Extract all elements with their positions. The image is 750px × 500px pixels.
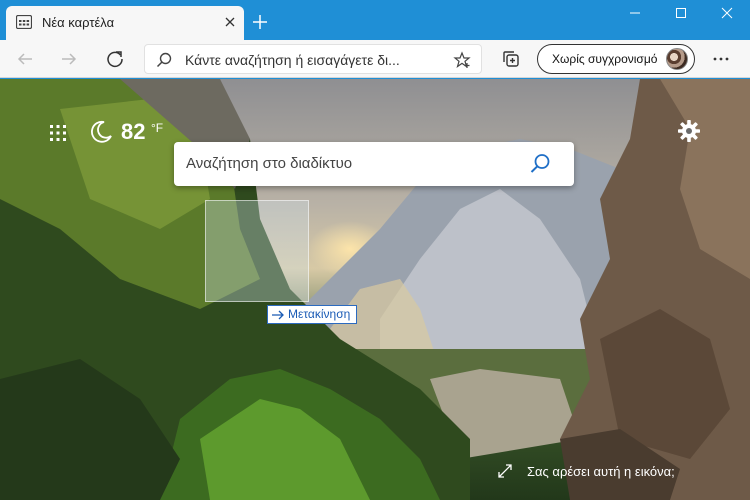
newtab-background: 82 °F Αναζήτηση στο διαδίκτυο Μετακίνηση (0, 79, 750, 500)
sync-label: Χωρίς συγχρονισμό (552, 52, 658, 66)
like-image-link[interactable]: Σας αρέσει αυτή η εικόνα; (527, 464, 675, 479)
move-tooltip-label: Μετακίνηση (288, 307, 351, 321)
search-icon[interactable] (528, 152, 552, 176)
dragged-quicklink-tile[interactable] (205, 200, 309, 302)
close-icon[interactable] (222, 14, 238, 30)
temperature-value[interactable]: 82 (121, 119, 145, 145)
newtab-page-icon (16, 15, 32, 29)
web-search-box[interactable]: Αναζήτηση στο διαδίκτυο (174, 142, 574, 186)
browser-toolbar: Κάντε αναζήτηση ή εισαγάγετε δι... Χωρίς… (0, 40, 750, 78)
avatar (666, 48, 688, 70)
minimize-icon[interactable] (612, 0, 658, 28)
refresh-icon[interactable] (104, 48, 126, 70)
back-arrow-icon[interactable] (14, 48, 36, 70)
temperature-unit: °F (151, 121, 164, 135)
address-bar[interactable]: Κάντε αναζήτηση ή εισαγάγετε δι... (144, 44, 482, 74)
more-dots-icon[interactable] (710, 48, 732, 70)
maximize-icon[interactable] (658, 0, 704, 28)
title-bar: Νέα καρτέλα (0, 0, 750, 40)
arrow-right-icon (272, 310, 284, 320)
window-close-icon[interactable] (704, 0, 750, 28)
tab-title: Νέα καρτέλα (42, 15, 115, 30)
search-icon (156, 52, 172, 68)
gear-icon[interactable] (677, 119, 701, 143)
search-placeholder: Αναζήτηση στο διαδίκτυο (186, 155, 353, 172)
plus-icon[interactable] (250, 12, 270, 32)
move-tooltip: Μετακίνηση (267, 305, 358, 324)
app-launcher-icon[interactable] (48, 123, 68, 143)
address-placeholder: Κάντε αναζήτηση ή εισαγάγετε δι... (185, 52, 400, 68)
profile-sync-button[interactable]: Χωρίς συγχρονισμό (537, 44, 695, 74)
star-icon[interactable] (453, 51, 471, 69)
expand-icon[interactable] (498, 464, 512, 478)
moon-icon[interactable] (88, 119, 114, 145)
forward-arrow-icon[interactable] (58, 48, 80, 70)
collections-icon[interactable] (500, 48, 522, 70)
tab-new-tab[interactable]: Νέα καρτέλα (6, 6, 244, 40)
